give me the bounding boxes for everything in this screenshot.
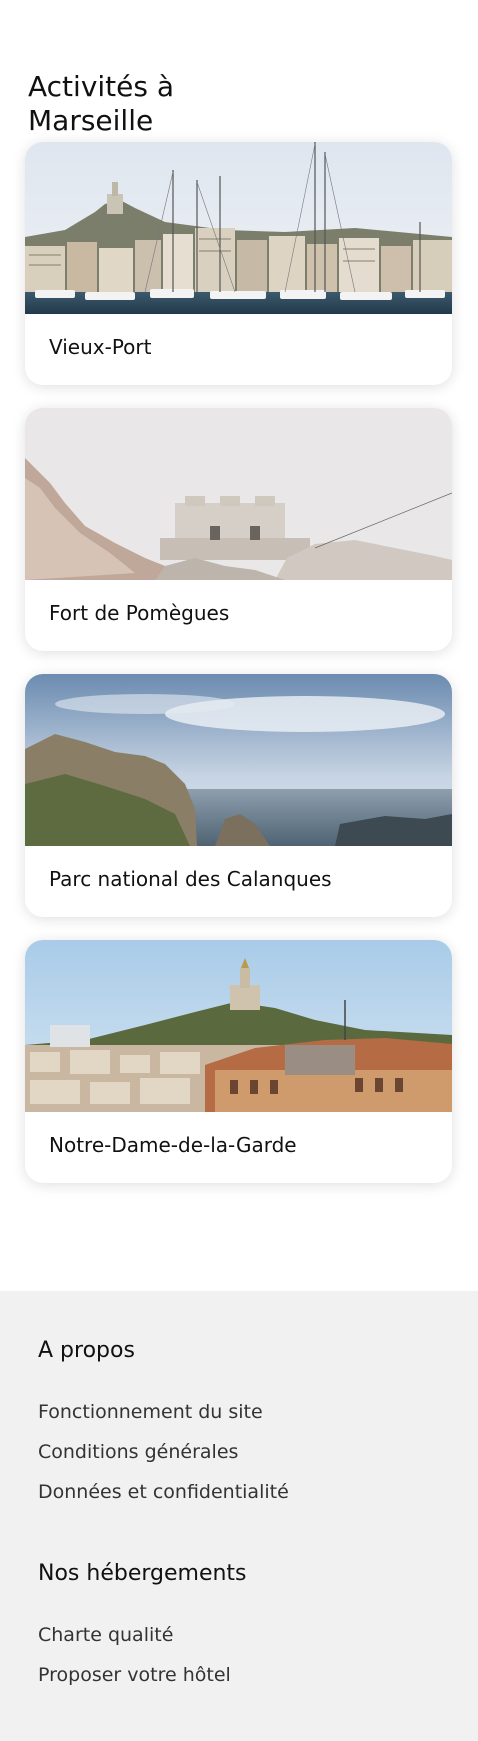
footer-heading-about: A propos: [38, 1338, 135, 1363]
activity-card-notre-dame-de-la-garde[interactable]: Notre-Dame-de-la-Garde: [25, 940, 452, 1183]
activity-label: Vieux-Port: [49, 335, 152, 359]
vieux-port-image: [25, 142, 452, 314]
footer-link-donnees[interactable]: Données et confidentialité: [38, 1481, 289, 1503]
activity-card-calanques[interactable]: Parc national des Calanques: [25, 674, 452, 917]
footer: A propos Fonctionnement du site Conditio…: [0, 1291, 478, 1741]
footer-link-conditions[interactable]: Conditions générales: [38, 1441, 238, 1463]
footer-link-charte[interactable]: Charte qualité: [38, 1624, 173, 1646]
page: Activités à Marseille Vieux-Port Fort de…: [0, 0, 478, 1741]
footer-link-proposer[interactable]: Proposer votre hôtel: [38, 1664, 231, 1686]
calanques-image: [25, 674, 452, 846]
footer-link-fonctionnement[interactable]: Fonctionnement du site: [38, 1401, 263, 1423]
activity-label: Fort de Pomègues: [49, 601, 230, 625]
activity-label: Notre-Dame-de-la-Garde: [49, 1133, 297, 1157]
activity-card-fort-de-pomegues[interactable]: Fort de Pomègues: [25, 408, 452, 651]
activity-card-vieux-port[interactable]: Vieux-Port: [25, 142, 452, 385]
notre-dame-de-la-garde-image: [25, 940, 452, 1112]
footer-heading-hebergements: Nos hébergements: [38, 1561, 247, 1586]
activity-label: Parc national des Calanques: [49, 867, 332, 891]
fort-de-pomegues-image: [25, 408, 452, 580]
section-title: Activités à Marseille: [28, 70, 175, 137]
